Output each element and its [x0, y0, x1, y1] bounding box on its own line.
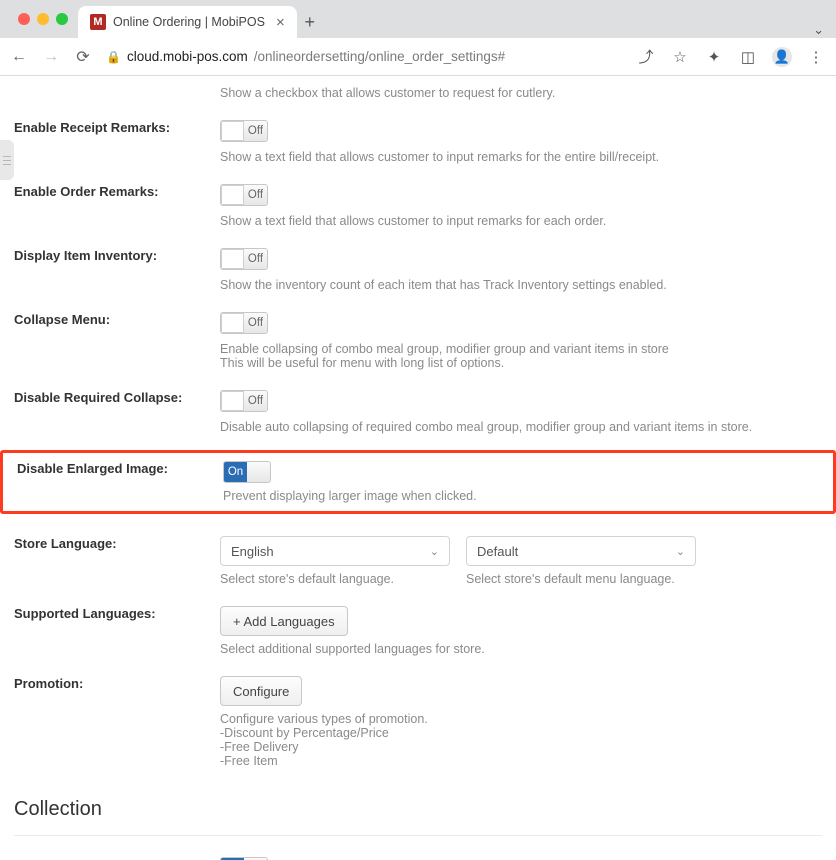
bookmark-icon[interactable]: ☆ — [670, 48, 690, 66]
item-inventory-toggle-state: Off — [244, 249, 267, 269]
window-controls[interactable] — [8, 0, 78, 38]
collapse-menu-toggle[interactable]: Off — [220, 312, 268, 334]
forward-button: → — [42, 48, 60, 66]
new-tab-button[interactable]: + — [297, 6, 323, 38]
cutlery-helper-text: Show a checkbox that allows customer to … — [220, 86, 836, 100]
promotion-configure-button[interactable]: Configure — [220, 676, 302, 706]
collection-section-heading: Collection — [0, 784, 836, 835]
menu-language-helper: Select store's default menu language. — [466, 572, 696, 586]
required-collapse-toggle[interactable]: Off — [220, 390, 268, 412]
order-remarks-label: Enable Order Remarks: — [0, 184, 220, 228]
add-languages-button[interactable]: + Add Languages — [220, 606, 348, 636]
supported-languages-label: Supported Languages: — [0, 606, 220, 656]
browser-tab[interactable]: M Online Ordering | MobiPOS × — [78, 6, 297, 38]
required-collapse-label: Disable Required Collapse: — [0, 390, 220, 434]
item-inventory-label: Display Item Inventory: — [0, 248, 220, 292]
store-language-helper: Select store's default language. — [220, 572, 450, 586]
url-host: cloud.mobi-pos.com — [127, 49, 248, 64]
promotion-helper: Configure various types of promotion. -D… — [220, 712, 836, 768]
enlarged-image-highlight: Disable Enlarged Image: On Prevent displ… — [0, 450, 836, 514]
enlarged-image-toggle-state: On — [224, 462, 247, 482]
receipt-remarks-helper: Show a text field that allows customer t… — [220, 150, 836, 164]
close-window-icon[interactable] — [18, 13, 30, 25]
order-remarks-toggle-state: Off — [244, 185, 267, 205]
promotion-label: Promotion: — [0, 676, 220, 768]
extensions-icon[interactable]: ✦ — [704, 48, 724, 66]
required-collapse-helper: Disable auto collapsing of required comb… — [220, 420, 836, 434]
close-tab-icon[interactable]: × — [272, 14, 285, 31]
tab-title: Online Ordering | MobiPOS — [113, 15, 265, 29]
store-language-label: Store Language: — [0, 536, 220, 586]
item-inventory-toggle[interactable]: Off — [220, 248, 268, 270]
sidepanel-icon[interactable]: ◫ — [738, 48, 758, 66]
minimize-window-icon[interactable] — [37, 13, 49, 25]
window-chevron-icon[interactable]: ⌄ — [813, 22, 836, 38]
chevron-down-icon: ⌄ — [430, 545, 439, 558]
receipt-remarks-label: Enable Receipt Remarks: — [0, 120, 220, 164]
menu-language-value: Default — [477, 544, 518, 559]
collapse-menu-helper: Enable collapsing of combo meal group, m… — [220, 342, 836, 370]
maximize-window-icon[interactable] — [56, 13, 68, 25]
store-language-value: English — [231, 544, 274, 559]
site-favicon: M — [90, 14, 106, 30]
enlarged-image-helper: Prevent displaying larger image when cli… — [223, 489, 833, 503]
address-bar[interactable]: 🔒 cloud.mobi-pos.com/onlineordersetting/… — [106, 49, 622, 64]
menu-language-select[interactable]: Default ⌄ — [466, 536, 696, 566]
lock-icon: 🔒 — [106, 50, 121, 64]
supported-languages-helper: Select additional supported languages fo… — [220, 642, 836, 656]
url-path: /onlineordersetting/online_order_setting… — [254, 49, 505, 64]
collapse-menu-label: Collapse Menu: — [0, 312, 220, 370]
section-divider — [14, 835, 822, 836]
receipt-remarks-toggle-state: Off — [244, 121, 267, 141]
enlarged-image-label: Disable Enlarged Image: — [3, 461, 223, 503]
order-remarks-helper: Show a text field that allows customer t… — [220, 214, 836, 228]
order-remarks-toggle[interactable]: Off — [220, 184, 268, 206]
menu-icon[interactable]: ⋮ — [806, 48, 826, 66]
chevron-down-icon: ⌄ — [676, 545, 685, 558]
share-icon[interactable]: ⤴ — [636, 46, 656, 67]
back-button[interactable]: ← — [10, 48, 28, 66]
collapse-menu-toggle-state: Off — [244, 313, 267, 333]
required-collapse-toggle-state: Off — [244, 391, 267, 411]
reload-button[interactable]: ⟳ — [74, 47, 92, 67]
item-inventory-helper: Show the inventory count of each item th… — [220, 278, 836, 292]
store-language-select[interactable]: English ⌄ — [220, 536, 450, 566]
profile-avatar[interactable]: 👤 — [772, 47, 792, 67]
receipt-remarks-toggle[interactable]: Off — [220, 120, 268, 142]
enlarged-image-toggle[interactable]: On — [223, 461, 271, 483]
